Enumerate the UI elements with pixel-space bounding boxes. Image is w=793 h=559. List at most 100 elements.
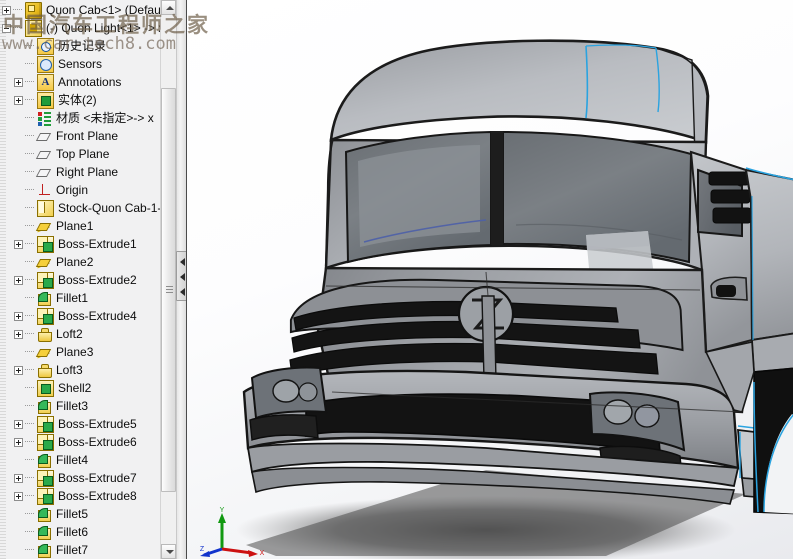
- tree-item-label: Boss-Extrude7: [58, 471, 137, 485]
- shell-icon: [37, 379, 54, 397]
- tree-expander-spacer: [14, 348, 23, 357]
- tree-item-front-plane[interactable]: Front Plane: [0, 127, 176, 145]
- tree-item-plane1[interactable]: Plane1: [0, 217, 176, 235]
- tree-connector-line: [25, 289, 37, 307]
- plane-icon: [37, 129, 52, 144]
- tree-expander-plus-icon[interactable]: [2, 5, 11, 15]
- tree-item-quon-cab-1-default[interactable]: Quon Cab<1> (Default<: [0, 1, 176, 19]
- tree-item-boss-extrude2[interactable]: Boss-Extrude2: [0, 271, 176, 289]
- tree-item-label: Fillet3: [56, 399, 89, 413]
- tree-connector-line: [25, 145, 37, 163]
- tree-item-top-plane[interactable]: Top Plane: [0, 145, 176, 163]
- tree-item-boss-extrude6[interactable]: Boss-Extrude6: [0, 433, 176, 451]
- scroll-up-button[interactable]: [161, 0, 176, 15]
- graphics-viewport[interactable]: Y X Z: [186, 0, 793, 559]
- tree-connector-line: [25, 361, 37, 379]
- tree-item-label: Plane2: [56, 255, 94, 269]
- fillet-icon: [37, 399, 52, 414]
- tree-connector-line: [25, 109, 37, 127]
- tree-expander-plus-icon[interactable]: [14, 329, 23, 339]
- boss-extrude-icon: [37, 235, 54, 253]
- feature-manager-tree-panel: Quon Cab<1> (Default< (-) Quon Light<1> -…: [0, 0, 176, 559]
- tree-expander-spacer: [14, 384, 23, 393]
- tree-item-label: Stock-Quon Cab-1->: [58, 201, 169, 215]
- tree-connector-line: [25, 37, 37, 55]
- boss-extrude-icon: [37, 433, 54, 451]
- scroll-down-button[interactable]: [161, 544, 176, 559]
- tree-item-origin[interactable]: Origin: [0, 181, 176, 199]
- tree-item-boss-extrude5[interactable]: Boss-Extrude5: [0, 415, 176, 433]
- tree-expander-plus-icon[interactable]: [14, 473, 23, 483]
- tree-expander-plus-icon[interactable]: [14, 419, 23, 429]
- triad-x-label: X: [260, 550, 265, 557]
- tree-connector-line: [25, 343, 37, 361]
- collapse-arrow-icon-3[interactable]: [180, 288, 185, 296]
- tree-item-boss-extrude4[interactable]: Boss-Extrude4: [0, 307, 176, 325]
- tree-item-fillet1[interactable]: Fillet1: [0, 289, 176, 307]
- tree-expander-plus-icon[interactable]: [14, 95, 23, 105]
- tree-item-quon-light-1-x[interactable]: (-) Quon Light<1> -> x (: [0, 19, 176, 37]
- tree-expander-plus-icon[interactable]: [14, 491, 23, 501]
- truck-cab-3d-model[interactable]: [186, 0, 793, 559]
- tree-item-fillet7[interactable]: Fillet7: [0, 541, 176, 559]
- collapse-arrow-icon-1[interactable]: [180, 258, 185, 266]
- tree-item-stock-quon-cab-1[interactable]: Stock-Quon Cab-1->: [0, 199, 176, 217]
- tree-item-fillet4[interactable]: Fillet4: [0, 451, 176, 469]
- tree-expander-plus-icon[interactable]: [14, 77, 23, 87]
- tree-connector-line: [25, 253, 37, 271]
- fillet-icon: [37, 453, 52, 468]
- tree-expander-plus-icon[interactable]: [14, 365, 23, 375]
- tree-item-label: Front Plane: [56, 129, 119, 143]
- tree-expander-minus-icon[interactable]: [2, 23, 11, 33]
- tree-item-boss-extrude7[interactable]: Boss-Extrude7: [0, 469, 176, 487]
- tree-item-plane2[interactable]: Plane2: [0, 253, 176, 271]
- tree-item-loft2[interactable]: Loft2: [0, 325, 176, 343]
- tree-expander-plus-icon[interactable]: [14, 239, 23, 249]
- boss-extrude-icon: [37, 487, 54, 505]
- tree-item-label: Fillet4: [56, 453, 89, 467]
- tree-item-2[interactable]: 实体(2): [0, 91, 176, 109]
- tree-item-fillet3[interactable]: Fillet3: [0, 397, 176, 415]
- tree-vertical-scrollbar[interactable]: [160, 0, 176, 559]
- tree-item-label: Boss-Extrude5: [58, 417, 137, 431]
- tree-expander-plus-icon[interactable]: [14, 437, 23, 447]
- tree-item-label: 材质 <未指定>-> x: [56, 111, 154, 125]
- tree-item-label: Loft2: [56, 327, 83, 341]
- tree-item-x[interactable]: 材质 <未指定>-> x: [0, 109, 176, 127]
- tree-item-label: Fillet5: [56, 507, 89, 521]
- tree-item-label: Boss-Extrude8: [58, 489, 137, 503]
- loft-icon: [37, 363, 52, 378]
- feature-tree-list[interactable]: Quon Cab<1> (Default< (-) Quon Light<1> -…: [0, 0, 176, 559]
- tree-connector-line: [25, 451, 37, 469]
- annotations-icon: [37, 73, 54, 91]
- tree-item-boss-extrude8[interactable]: Boss-Extrude8: [0, 487, 176, 505]
- tree-item-shell2[interactable]: Shell2: [0, 379, 176, 397]
- tree-expander-plus-icon[interactable]: [14, 275, 23, 285]
- tree-item-item[interactable]: 历史记录: [0, 37, 176, 55]
- tree-connector-line: [25, 127, 37, 145]
- boss-extrude-icon: [37, 307, 54, 325]
- tree-expander-spacer: [14, 546, 23, 555]
- material-icon: [37, 111, 52, 126]
- tree-connector-line: [25, 469, 37, 487]
- tree-connector-line: [13, 19, 25, 37]
- scrollbar-thumb[interactable]: [161, 88, 176, 492]
- tree-item-fillet6[interactable]: Fillet6: [0, 523, 176, 541]
- tree-item-loft3[interactable]: Loft3: [0, 361, 176, 379]
- boss-extrude-icon: [37, 415, 54, 433]
- tree-item-sensors[interactable]: Sensors: [0, 55, 176, 73]
- ref-plane-icon: [37, 255, 52, 270]
- tree-item-right-plane[interactable]: Right Plane: [0, 163, 176, 181]
- tree-item-plane3[interactable]: Plane3: [0, 343, 176, 361]
- plane-icon: [37, 147, 52, 162]
- sensor-icon: [37, 55, 54, 73]
- collapse-arrow-icon-2[interactable]: [180, 273, 185, 281]
- tree-connector-line: [25, 307, 37, 325]
- tree-expander-plus-icon[interactable]: [14, 311, 23, 321]
- tree-item-annotations[interactable]: Annotations: [0, 73, 176, 91]
- tree-item-label: Top Plane: [56, 147, 110, 161]
- tree-item-label: Fillet7: [56, 543, 89, 557]
- tree-item-label: Plane1: [56, 219, 94, 233]
- tree-item-boss-extrude1[interactable]: Boss-Extrude1: [0, 235, 176, 253]
- tree-item-fillet5[interactable]: Fillet5: [0, 505, 176, 523]
